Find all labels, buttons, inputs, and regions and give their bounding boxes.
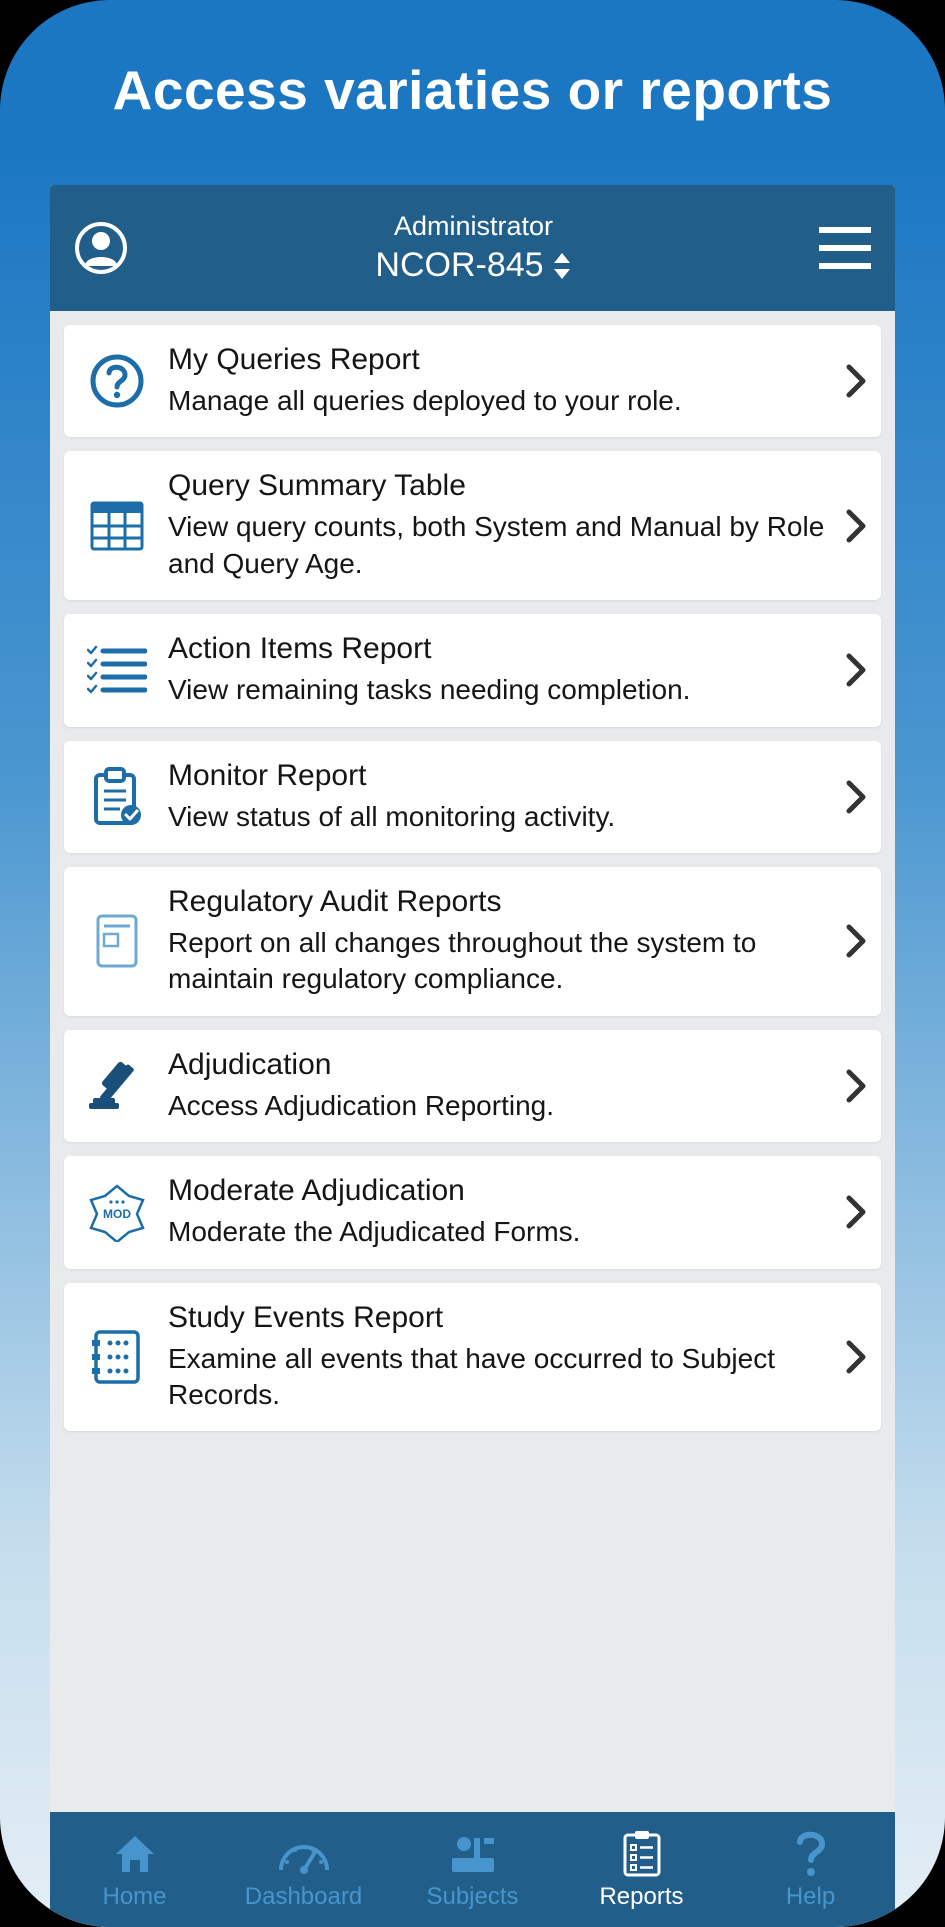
report-monitor[interactable]: Monitor Report View status of all monito…	[64, 741, 881, 853]
menu-button[interactable]	[819, 227, 871, 269]
device-frame: Access variaties or reports Administrato…	[0, 0, 945, 1927]
header-center: Administrator NCOR-845	[128, 211, 819, 285]
table-grid-icon	[82, 500, 152, 552]
gavel-icon	[82, 1059, 152, 1113]
report-desc: Manage all queries deployed to your role…	[168, 383, 833, 419]
study-selector[interactable]: NCOR-845	[375, 246, 571, 285]
checklist-icon	[82, 645, 152, 695]
gauge-icon	[277, 1829, 331, 1879]
top-bar: Administrator NCOR-845	[50, 185, 895, 311]
report-title: Regulatory Audit Reports	[168, 885, 833, 919]
report-desc: Report on all changes throughout the sys…	[168, 925, 833, 998]
report-regulatory-audit[interactable]: Regulatory Audit Reports Report on all c…	[64, 867, 881, 1016]
mod-badge-icon: MOD	[82, 1182, 152, 1242]
profile-button[interactable]	[74, 221, 128, 275]
subjects-icon	[448, 1829, 498, 1879]
report-desc: View status of all monitoring activity.	[168, 799, 833, 835]
chevron-right-icon	[845, 508, 867, 544]
chevron-right-icon	[845, 1068, 867, 1104]
report-action-items[interactable]: Action Items Report View remaining tasks…	[64, 614, 881, 726]
report-moderate-adjudication[interactable]: MOD Moderate Adjudication Moderate the A…	[64, 1156, 881, 1268]
chevron-right-icon	[845, 363, 867, 399]
role-label: Administrator	[128, 211, 819, 242]
banner-title: Access variaties or reports	[0, 0, 945, 162]
report-desc: View remaining tasks needing completion.	[168, 672, 833, 708]
app-shell: Administrator NCOR-845	[50, 185, 895, 1927]
nav-label: Dashboard	[245, 1883, 362, 1911]
chevron-right-icon	[845, 652, 867, 688]
report-title: Adjudication	[168, 1048, 833, 1082]
report-title: Action Items Report	[168, 632, 833, 666]
clipboard-list-icon	[621, 1829, 663, 1879]
report-title: Query Summary Table	[168, 469, 833, 503]
clipboard-check-icon	[82, 767, 152, 827]
nav-subjects[interactable]: Subjects	[388, 1829, 557, 1911]
question-circle-icon	[82, 353, 152, 409]
report-list: My Queries Report Manage all queries dep…	[50, 311, 895, 1812]
profile-icon	[74, 221, 128, 275]
bottom-nav: Home Dashboard Subjects Reports	[50, 1812, 895, 1927]
hamburger-icon	[819, 227, 871, 269]
report-title: My Queries Report	[168, 343, 833, 377]
home-icon	[112, 1829, 158, 1879]
report-title: Moderate Adjudication	[168, 1174, 833, 1208]
chevron-right-icon	[845, 779, 867, 815]
nav-help[interactable]: Help	[726, 1829, 895, 1911]
chevron-right-icon	[845, 923, 867, 959]
question-icon	[796, 1829, 826, 1879]
report-desc: Examine all events that have occurred to…	[168, 1341, 833, 1414]
chevron-right-icon	[845, 1339, 867, 1375]
nav-label: Subjects	[426, 1883, 518, 1911]
report-query-summary[interactable]: Query Summary Table View query counts, b…	[64, 451, 881, 600]
sort-icon	[552, 253, 572, 279]
report-adjudication[interactable]: Adjudication Access Adjudication Reporti…	[64, 1030, 881, 1142]
document-icon	[82, 912, 152, 970]
nav-dashboard[interactable]: Dashboard	[219, 1829, 388, 1911]
chevron-right-icon	[845, 1194, 867, 1230]
report-title: Monitor Report	[168, 759, 833, 793]
nav-label: Help	[786, 1883, 835, 1911]
nav-home[interactable]: Home	[50, 1829, 219, 1911]
events-icon	[82, 1328, 152, 1386]
nav-reports[interactable]: Reports	[557, 1829, 726, 1911]
nav-label: Reports	[599, 1883, 683, 1911]
report-study-events[interactable]: Study Events Report Examine all events t…	[64, 1283, 881, 1432]
nav-label: Home	[102, 1883, 166, 1911]
svg-text:MOD: MOD	[103, 1207, 131, 1221]
report-desc: View query counts, both System and Manua…	[168, 509, 833, 582]
study-label: NCOR-845	[375, 246, 543, 285]
report-desc: Moderate the Adjudicated Forms.	[168, 1214, 833, 1250]
report-desc: Access Adjudication Reporting.	[168, 1088, 833, 1124]
report-title: Study Events Report	[168, 1301, 833, 1335]
report-my-queries[interactable]: My Queries Report Manage all queries dep…	[64, 325, 881, 437]
